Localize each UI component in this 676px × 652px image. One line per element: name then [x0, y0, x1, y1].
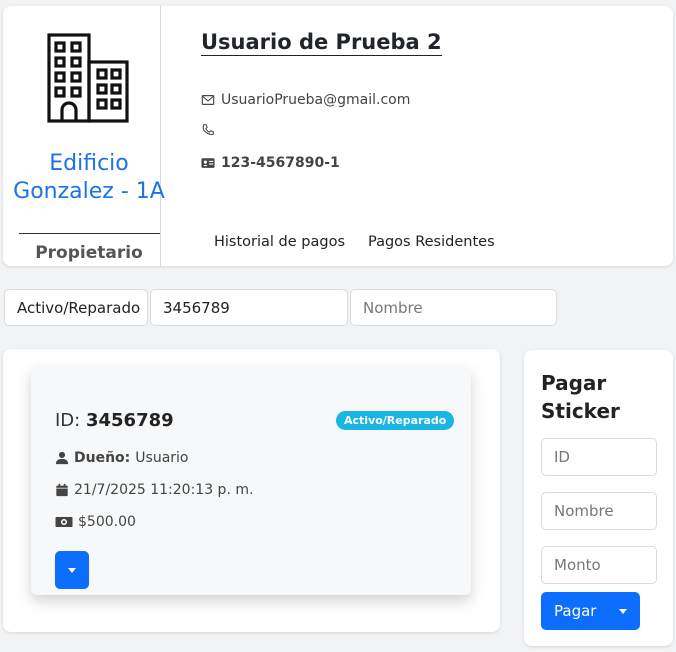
id-number-text: 123-4567890-1: [221, 155, 340, 171]
sticker-id-label: ID:: [55, 410, 81, 431]
pay-name-input[interactable]: Nombre: [541, 492, 657, 530]
user-icon: [55, 451, 69, 465]
building-icon: [47, 33, 129, 123]
tab-resident-payments[interactable]: Pagos Residentes: [368, 234, 495, 250]
user-name: Usuario de Prueba 2: [201, 30, 442, 56]
sticker-card: ID: 3456789 Activo/Reparado Dueño: Usuar…: [31, 367, 471, 595]
id-filter-input[interactable]: 3456789: [150, 289, 348, 326]
pay-button[interactable]: Pagar: [541, 592, 640, 630]
id-row: 123-4567890-1: [201, 155, 340, 171]
role-label: Propietario: [35, 243, 143, 263]
caret-down-icon[interactable]: [619, 608, 627, 614]
date-row: 21/7/2025 11:20:13 p. m.: [55, 482, 253, 498]
pay-sticker-card: Pagar Sticker ID Nombre Monto Pagar: [524, 350, 673, 646]
owner-label: Dueño:: [74, 450, 131, 466]
status-badge: Activo/Reparado: [336, 411, 455, 430]
envelope-icon: [201, 95, 215, 105]
sticker-id: ID: 3456789: [55, 410, 174, 431]
phone-icon: [202, 124, 214, 136]
pay-id-input[interactable]: ID: [541, 438, 657, 476]
sticker-list-card: ID: 3456789 Activo/Reparado Dueño: Usuar…: [3, 349, 500, 632]
owner-row: Dueño: Usuario: [55, 450, 189, 466]
caret-down-icon: [68, 567, 76, 573]
money-icon: [55, 517, 73, 527]
expand-dropdown-button[interactable]: [55, 551, 89, 589]
building-panel: Edificio Gonzalez - 1A Propietario: [3, 6, 165, 266]
amount-text: $500.00: [78, 514, 136, 530]
date-text: 21/7/2025 11:20:13 p. m.: [74, 482, 254, 498]
name-filter-input[interactable]: Nombre: [350, 289, 557, 326]
phone-row: [201, 123, 221, 137]
calendar-icon: [56, 483, 68, 497]
divider: [19, 233, 160, 234]
id-card-icon: [201, 158, 215, 168]
owner-value: Usuario: [135, 450, 189, 466]
email-text: UsuarioPrueba@gmail.com: [221, 92, 411, 108]
pay-title: Pagar Sticker: [541, 371, 620, 423]
building-name: Edificio Gonzalez - 1A: [13, 151, 165, 204]
pay-button-label: Pagar: [554, 602, 597, 620]
email-row: UsuarioPrueba@gmail.com: [201, 92, 410, 108]
status-filter[interactable]: Activo/Reparado: [4, 289, 148, 326]
profile-card: Edificio Gonzalez - 1A Propietario Usuar…: [3, 6, 673, 266]
tab-payment-history[interactable]: Historial de pagos: [214, 234, 345, 250]
sticker-id-value: 3456789: [85, 410, 174, 431]
amount-row: $500.00: [55, 514, 136, 530]
pay-amount-input[interactable]: Monto: [541, 546, 657, 584]
